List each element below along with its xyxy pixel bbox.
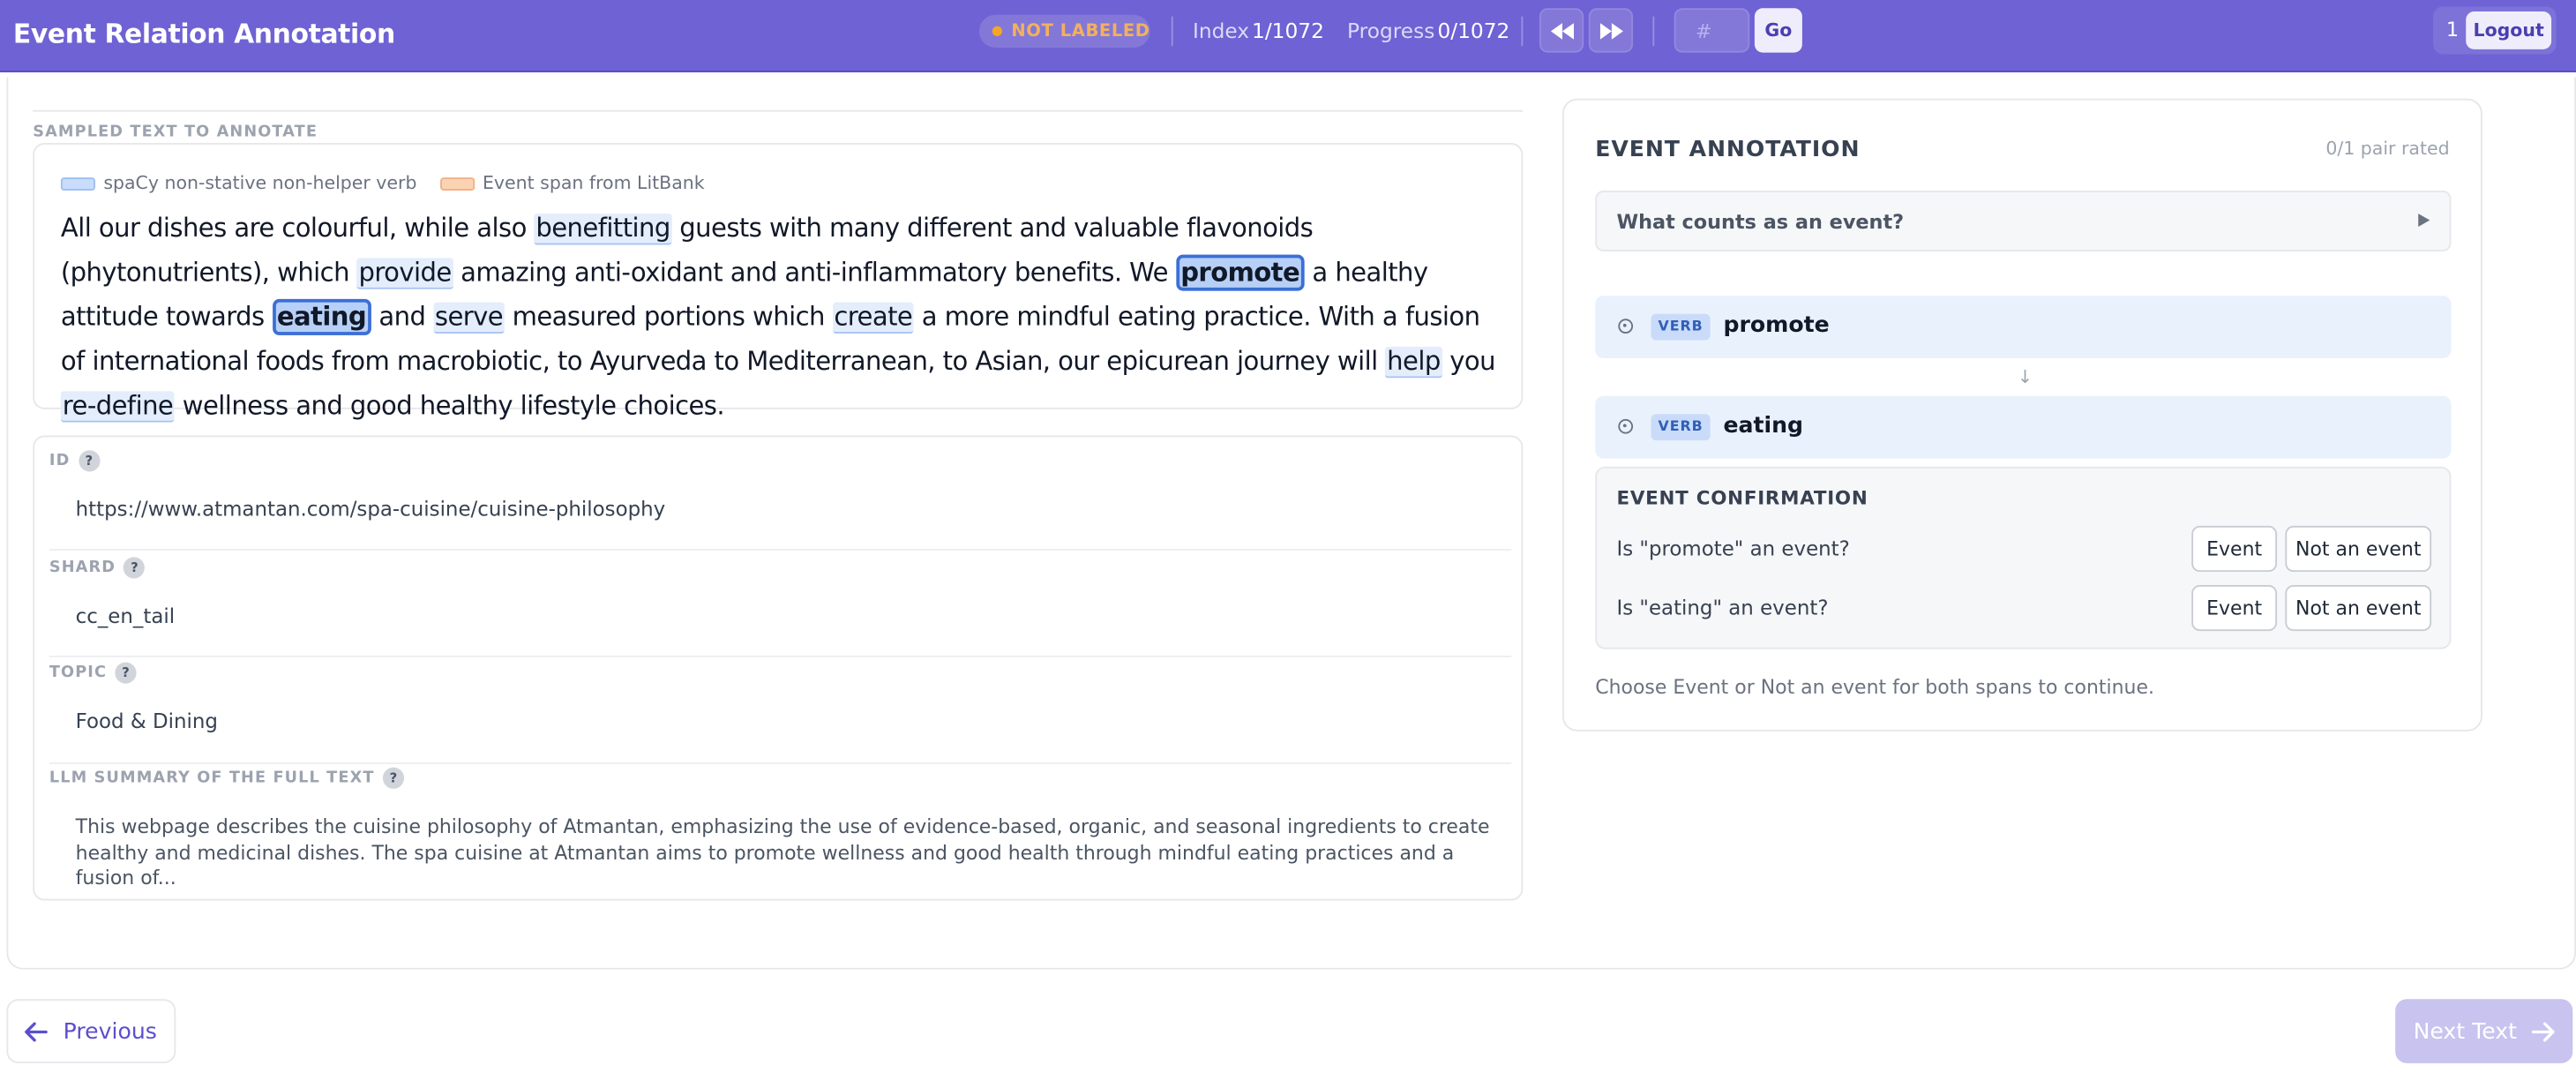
id-value: https://www.atmantan.com/spa-cuisine/cui… <box>75 498 666 521</box>
highlighted-verb[interactable]: serve <box>433 302 505 334</box>
event-definition-label: What counts as an event? <box>1616 210 1905 234</box>
sampled-text-card: spaCy non-stative non-helper verb Event … <box>33 143 1524 423</box>
shard-label-text: SHARD <box>49 559 116 577</box>
progress-label: Progress <box>1347 18 1435 43</box>
continue-hint: Choose Event or Not an event for both sp… <box>1595 675 2154 699</box>
status-text: NOT LABELED <box>1011 21 1150 41</box>
help-icon[interactable]: ? <box>382 767 405 789</box>
index-value: 1/1072 <box>1252 18 1324 43</box>
verb-tag: VERB <box>1651 313 1711 341</box>
selected-event-span[interactable]: eating <box>272 298 371 335</box>
go-button[interactable]: Go <box>1754 8 1802 53</box>
promote-event-button[interactable]: Event <box>2191 525 2278 573</box>
app-title: Event Relation Annotation <box>12 18 395 49</box>
passage-text: you <box>1442 346 1495 377</box>
divider <box>1652 16 1655 47</box>
id-label: ID ? <box>49 450 100 472</box>
jump-to-index-input[interactable] <box>1674 8 1750 53</box>
top-bar: Event Relation Annotation NOT LABELED In… <box>0 0 2576 72</box>
legend-event-swatch <box>439 176 475 191</box>
summary-label: LLM SUMMARY OF THE FULL TEXT ? <box>49 767 405 789</box>
user-number: 1 <box>2445 18 2460 41</box>
legend: spaCy non-stative non-helper verb Event … <box>60 172 705 194</box>
arrow-right-icon <box>2531 1021 2555 1041</box>
divider <box>49 548 1512 551</box>
divider <box>49 656 1512 657</box>
question-promote: Is "promote" an event? <box>1616 536 1850 561</box>
sampled-passage: All our dishes are colourful, while also… <box>60 207 1507 429</box>
previous-label: Previous <box>63 1017 157 1045</box>
eating-not-event-button[interactable]: Not an event <box>2285 584 2432 632</box>
pair-count: 0/1 pair rated <box>2325 138 2450 160</box>
passage-text: All our dishes are colourful, while also <box>60 214 535 244</box>
metadata-card: ID ? https://www.atmantan.com/spa-cuisin… <box>33 435 1524 901</box>
verb-tag: VERB <box>1651 414 1711 441</box>
help-icon[interactable]: ? <box>78 450 100 472</box>
highlighted-verb[interactable]: help <box>1385 346 1442 379</box>
promote-not-event-button[interactable]: Not an event <box>2285 525 2432 573</box>
passage-text: wellness and good healthy lifestyle choi… <box>175 391 725 421</box>
legend-verb-label: spaCy non-stative non-helper verb <box>103 172 417 194</box>
previous-item-button[interactable] <box>1539 8 1584 53</box>
span-word: eating <box>1723 412 1804 439</box>
help-icon[interactable]: ? <box>124 557 146 579</box>
legend-verb-swatch <box>60 176 96 191</box>
next-label: Next Text <box>2413 1017 2517 1045</box>
passage-text: and <box>371 302 434 333</box>
topic-label-text: TOPIC <box>49 664 108 682</box>
topic-label: TOPIC ? <box>49 662 137 684</box>
fast-forward-icon <box>1599 22 1622 39</box>
index-label: Index <box>1192 18 1250 43</box>
user-menu: 1 Logout <box>2432 6 2557 55</box>
divider <box>49 762 1512 764</box>
span-card-promote[interactable]: VERB promote <box>1595 296 2452 358</box>
shard-label: SHARD ? <box>49 557 146 579</box>
arrow-down-icon: ↓ <box>2017 366 2033 388</box>
topic-value: Food & Dining <box>75 709 218 733</box>
event-confirmation: EVENT CONFIRMATION Is "promote" an event… <box>1595 466 2452 649</box>
question-eating: Is "eating" an event? <box>1616 596 1829 620</box>
highlighted-verb[interactable]: re-define <box>60 391 176 423</box>
rewind-icon <box>1550 22 1574 39</box>
summary-label-text: LLM SUMMARY OF THE FULL TEXT <box>49 769 375 788</box>
arrow-left-icon <box>25 1021 49 1041</box>
divider <box>1521 16 1524 47</box>
next-text-button[interactable]: Next Text <box>2395 999 2573 1063</box>
play-icon <box>2418 214 2430 227</box>
span-word: promote <box>1723 311 1830 339</box>
event-annotation-panel: EVENT ANNOTATION 0/1 pair rated What cou… <box>1561 98 2482 732</box>
status-badge: NOT LABELED <box>978 14 1150 49</box>
summary-value: This webpage describes the cuisine philo… <box>75 814 1490 889</box>
passage-text: amazing anti-oxidant and anti-inflammato… <box>453 258 1176 288</box>
help-icon[interactable]: ? <box>115 662 137 684</box>
next-item-button[interactable] <box>1588 8 1634 53</box>
previous-button[interactable]: Previous <box>6 999 176 1063</box>
event-definition-toggle[interactable]: What counts as an event? <box>1595 191 2452 251</box>
panel-title: EVENT ANNOTATION <box>1595 136 1861 163</box>
sampled-text-label: SAMPLED TEXT TO ANNOTATE <box>33 123 318 142</box>
eating-event-button[interactable]: Event <box>2191 584 2278 632</box>
highlighted-verb[interactable]: create <box>832 302 915 334</box>
target-icon <box>1618 418 1634 434</box>
shard-value: cc_en_tail <box>75 604 176 628</box>
legend-event-label: Event span from LitBank <box>482 172 705 194</box>
passage-text: measured portions which <box>504 302 833 333</box>
span-card-eating[interactable]: VERB eating <box>1595 395 2452 459</box>
progress-value: 0/1072 <box>1437 18 1510 43</box>
confirmation-title: EVENT CONFIRMATION <box>1616 486 1868 510</box>
highlighted-verb[interactable]: benefitting <box>534 214 672 245</box>
highlighted-verb[interactable]: provide <box>356 258 453 289</box>
divider <box>1171 16 1173 47</box>
target-icon <box>1618 319 1634 334</box>
divider <box>33 109 1524 112</box>
status-dot-icon <box>992 26 1002 36</box>
logout-button[interactable]: Logout <box>2466 11 2552 49</box>
selected-event-span[interactable]: promote <box>1175 254 1305 291</box>
id-label-text: ID <box>49 452 71 470</box>
